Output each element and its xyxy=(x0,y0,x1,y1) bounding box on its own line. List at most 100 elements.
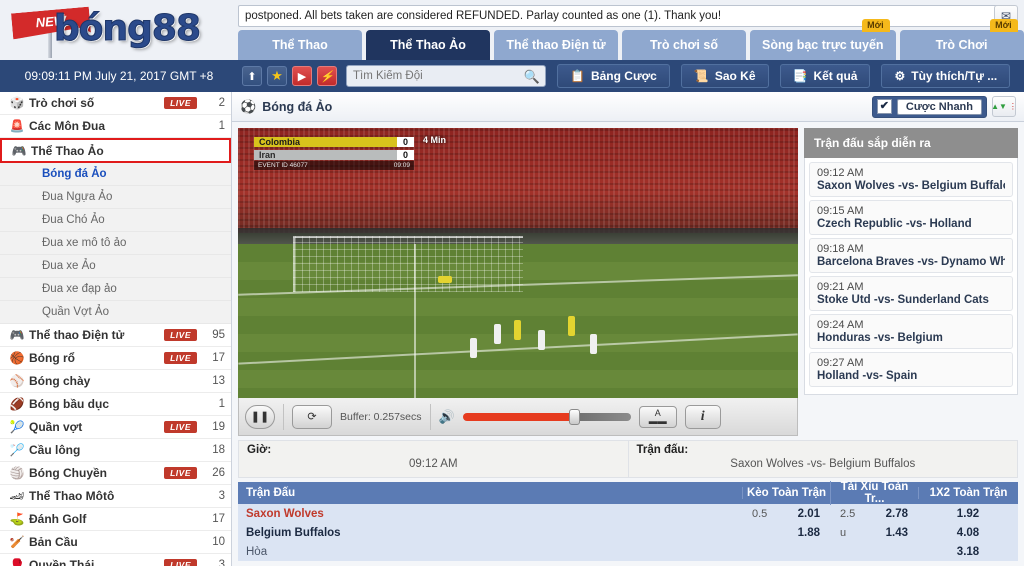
tab-the-thao[interactable]: Thể Thao xyxy=(238,30,362,60)
volume-icon[interactable]: 🔊 xyxy=(439,409,455,425)
volume-slider[interactable] xyxy=(462,408,631,425)
star-icon[interactable]: ★ xyxy=(267,66,287,86)
sao-ke-button[interactable]: 📜 Sao Kê xyxy=(680,64,769,88)
list-item[interactable]: 09:15 AM Czech Republic -vs- Holland xyxy=(809,200,1013,235)
live-icon[interactable]: ⚡ xyxy=(317,66,337,86)
match-time: 09:24 AM xyxy=(817,319,864,331)
site-logo[interactable]: NEW bóng88 xyxy=(8,2,230,58)
bang-cuoc-button[interactable]: 📋 Bảng Cược xyxy=(557,64,670,88)
x2-odd[interactable]: 3.18 xyxy=(957,546,979,558)
settings-button[interactable]: ⚙ Tùy thích/Tự ... xyxy=(881,64,1011,88)
player-figure xyxy=(514,320,521,340)
badminton-icon: 🏸 xyxy=(9,443,25,457)
quick-bet-checkbox[interactable]: ✔ xyxy=(876,99,892,114)
tab-song-bac-truc-tuyen[interactable]: Mới Sòng bạc trực tuyến xyxy=(750,19,896,60)
sidebar-subitem-quan-vot-ao[interactable]: Quần Vợt Ảo xyxy=(0,301,231,324)
reload-button[interactable]: ⟳ xyxy=(292,404,332,429)
tab-the-thao-dien-tu[interactable]: Thể thao Điện tử xyxy=(494,30,618,60)
list-item[interactable]: 09:24 AM Honduras -vs- Belgium xyxy=(809,314,1013,349)
sidebar-item-label: Đánh Golf xyxy=(29,512,87,526)
table-row[interactable]: Saxon Wolves 0.5 2.01 2.5 2.78 1.92 xyxy=(238,504,1018,523)
search-input[interactable] xyxy=(347,66,517,86)
info-button[interactable]: i xyxy=(684,404,721,429)
upload-icon[interactable]: ⬆ xyxy=(242,66,262,86)
search-icon: 🔍 xyxy=(523,69,540,84)
sidebar-subitem-dua-cho-ao[interactable]: Đua Chó Ảo xyxy=(0,209,231,232)
overunder-cell[interactable]: u 1.43 xyxy=(830,527,918,539)
overunder-cell[interactable]: 2.5 2.78 xyxy=(830,508,918,520)
home-team-name: Colombia xyxy=(254,136,397,147)
pause-button[interactable]: ❚❚ xyxy=(245,404,275,429)
table-row[interactable]: Hòa 3.18 xyxy=(238,542,1018,561)
handicap-odd[interactable]: 2.01 xyxy=(798,508,820,520)
sidebar-item-the-thao-moto[interactable]: 🏎 Thể Thao Môtô 3 xyxy=(0,485,231,508)
sidebar-item-bong-chay[interactable]: ⚾ Bóng chày 13 xyxy=(0,370,231,393)
tab-the-thao-ao[interactable]: Thể Thao Ảo xyxy=(366,30,490,60)
sidebar-item-label: Thể thao Điện tử xyxy=(29,328,125,342)
ou-odd[interactable]: 1.43 xyxy=(886,527,908,539)
odds-sort-toggle[interactable]: ▲▼ ⋮ xyxy=(991,96,1017,117)
sidebar-subitem-dua-ngua-ao[interactable]: Đua Ngựa Ảo xyxy=(0,186,231,209)
clipboard-icon: 📋 xyxy=(570,69,585,83)
play-icon[interactable]: ▶ xyxy=(292,66,312,86)
new-badge: Mới xyxy=(862,19,890,32)
list-item[interactable]: 09:21 AM Stoke Utd -vs- Sunderland Cats xyxy=(809,276,1013,311)
list-item[interactable]: 09:12 AM Saxon Wolves -vs- Belgium Buffa… xyxy=(809,162,1013,197)
sidebar-subitem-dua-xe-mo-to-ao[interactable]: Đua xe mô tô ảo xyxy=(0,232,231,255)
sidebar-item-tro-choi-so[interactable]: 🎲 Trò chơi số LIVE 2 xyxy=(0,92,231,115)
list-item[interactable]: 09:18 AM Barcelona Braves -vs- Dynamo Wh… xyxy=(809,238,1013,273)
sidebar-item-bong-ro[interactable]: 🏀 Bóng rổ LIVE 17 xyxy=(0,347,231,370)
sidebar-subitem-dua-xe-dap-ao[interactable]: Đua xe đạp ảo xyxy=(0,278,231,301)
virtual-sports-icon: 🎮 xyxy=(11,143,27,158)
x2-odd[interactable]: 1.92 xyxy=(957,508,979,520)
item-count: 18 xyxy=(212,444,225,456)
onextwo-cell[interactable]: 1.92 xyxy=(918,508,1018,520)
results-icon: 📑 xyxy=(792,69,808,83)
table-row[interactable]: Belgium Buffalos 1.88 u 1.43 4.08 xyxy=(238,523,1018,542)
onextwo-cell[interactable]: 3.18 xyxy=(918,546,1018,558)
sidebar-subitem-dua-xe-ao[interactable]: Đua xe Ảo xyxy=(0,255,231,278)
sidebar-item-bong-bau-duc[interactable]: 🏈 Bóng bầu dục 1 xyxy=(0,393,231,416)
sidebar-item-danh-golf[interactable]: ⛳ Đánh Golf 17 xyxy=(0,508,231,531)
volume-slider-handle[interactable] xyxy=(568,408,580,425)
sidebar: 🎲 Trò chơi số LIVE 2 🚨 Các Môn Đua 1 🎮 T… xyxy=(0,92,232,566)
live-badge: LIVE xyxy=(164,329,197,341)
live-badge: LIVE xyxy=(164,352,197,364)
item-count: 1 xyxy=(218,398,225,410)
tab-label: Trò Chơi xyxy=(935,38,988,52)
tab-tro-choi[interactable]: Mới Trò Chơi xyxy=(899,19,1024,60)
ket-qua-button[interactable]: 📑 Kết quả xyxy=(779,64,871,88)
team-name: Saxon Wolves xyxy=(246,507,324,520)
video-controls: ❚❚ ⟳ Buffer: 0.257secs 🔊 A ▬▬ i xyxy=(238,398,798,436)
onextwo-cell[interactable]: 4.08 xyxy=(918,527,1018,539)
handicap-odd[interactable]: 1.88 xyxy=(798,527,820,539)
live-video-player[interactable]: Colombia 0 Iran 0 4 Min EVENT ID 46077 0… xyxy=(238,128,798,398)
sidebar-item-quyen-thai[interactable]: 🥊 Quyền Thái LIVE 3 xyxy=(0,554,231,566)
closed-caption-button[interactable]: A ▬▬ xyxy=(638,405,677,428)
item-count: 10 xyxy=(212,536,225,548)
tab-tro-choi-so[interactable]: Trò chơi số xyxy=(622,30,746,60)
football-icon: 🏈 xyxy=(9,397,25,411)
sidebar-item-cac-mon-dua[interactable]: 🚨 Các Môn Đua 1 xyxy=(0,115,231,138)
column-header-match: Trận Đấu xyxy=(246,487,296,499)
tab-label: Thể thao Điện tử xyxy=(506,38,606,52)
item-count: 3 xyxy=(218,490,225,502)
x2-odd[interactable]: 4.08 xyxy=(957,527,979,539)
soccer-icon: ⚽ xyxy=(240,98,257,114)
search-box[interactable]: 🔍 xyxy=(346,65,546,87)
sidebar-item-cau-long[interactable]: 🏸 Cầu lông 18 xyxy=(0,439,231,462)
handicap-cell[interactable]: 1.88 xyxy=(742,527,830,539)
list-item[interactable]: 09:27 AM Holland -vs- Spain xyxy=(809,352,1013,387)
sidebar-subitem-bong-da-ao[interactable]: Bóng đá Ảo xyxy=(0,163,231,186)
sidebar-item-ban-cau[interactable]: 🏏 Bản Cầu 10 xyxy=(0,531,231,554)
sidebar-item-quan-vot[interactable]: 🎾 Quần vợt LIVE 19 xyxy=(0,416,231,439)
match-label: Trận đấu: xyxy=(636,444,689,456)
sidebar-item-label: Cầu lông xyxy=(29,443,81,457)
item-count: 13 xyxy=(212,375,225,387)
sidebar-item-the-thao-dien-tu[interactable]: 🎮 Thể thao Điện tử LIVE 95 xyxy=(0,324,231,347)
sidebar-item-the-thao-ao[interactable]: 🎮 Thể Thao Ảo xyxy=(0,138,231,163)
sidebar-item-bong-chuyen[interactable]: 🏐 Bóng Chuyền LIVE 26 xyxy=(0,462,231,485)
handicap-cell[interactable]: 0.5 2.01 xyxy=(742,508,830,520)
ou-odd[interactable]: 2.78 xyxy=(886,508,908,520)
quick-bet-control[interactable]: ✔ Cược Nhanh xyxy=(871,95,987,118)
